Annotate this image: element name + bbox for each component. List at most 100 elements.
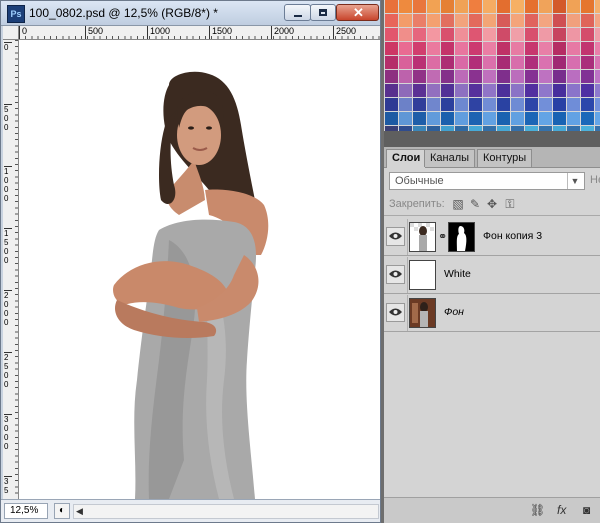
color-swatch[interactable] bbox=[441, 14, 454, 27]
color-swatch[interactable] bbox=[427, 28, 440, 41]
color-swatch[interactable] bbox=[511, 98, 524, 111]
color-swatch[interactable] bbox=[539, 56, 552, 69]
color-swatch[interactable] bbox=[595, 112, 600, 125]
color-swatch[interactable] bbox=[483, 70, 496, 83]
color-swatch[interactable] bbox=[581, 56, 594, 69]
color-swatch[interactable] bbox=[455, 14, 468, 27]
color-swatch[interactable] bbox=[511, 56, 524, 69]
color-swatch[interactable] bbox=[469, 112, 482, 125]
color-swatch[interactable] bbox=[441, 28, 454, 41]
color-swatch[interactable] bbox=[497, 112, 510, 125]
color-swatch[interactable] bbox=[497, 42, 510, 55]
color-swatch[interactable] bbox=[511, 28, 524, 41]
color-swatch[interactable] bbox=[553, 112, 566, 125]
color-swatch[interactable] bbox=[539, 42, 552, 55]
color-swatch[interactable] bbox=[413, 0, 426, 13]
color-swatch[interactable] bbox=[385, 14, 398, 27]
color-swatch[interactable] bbox=[511, 112, 524, 125]
color-swatch[interactable] bbox=[413, 98, 426, 111]
color-swatch[interactable] bbox=[483, 0, 496, 13]
color-swatch[interactable] bbox=[469, 28, 482, 41]
color-swatch[interactable] bbox=[595, 84, 600, 97]
vertical-ruler[interactable]: 0 500 1000 1500 2000 2500 3000 35 bbox=[3, 40, 19, 499]
layer-row[interactable]: Фон bbox=[384, 295, 600, 332]
color-swatch[interactable] bbox=[581, 70, 594, 83]
color-swatch[interactable] bbox=[539, 70, 552, 83]
color-swatch[interactable] bbox=[441, 0, 454, 13]
color-swatch[interactable] bbox=[567, 98, 580, 111]
scroll-left-icon[interactable]: ◀ bbox=[76, 505, 83, 518]
color-swatch[interactable] bbox=[413, 112, 426, 125]
color-swatch[interactable] bbox=[581, 98, 594, 111]
color-swatch[interactable] bbox=[595, 42, 600, 55]
color-swatch[interactable] bbox=[469, 70, 482, 83]
lock-move-icon[interactable]: ✥ bbox=[485, 197, 499, 211]
color-swatch[interactable] bbox=[567, 14, 580, 27]
color-swatch[interactable] bbox=[539, 98, 552, 111]
ruler-corner[interactable] bbox=[3, 26, 19, 40]
color-swatch[interactable] bbox=[497, 28, 510, 41]
color-swatch[interactable] bbox=[385, 42, 398, 55]
layer-mask-thumbnail[interactable] bbox=[448, 222, 475, 252]
color-swatch[interactable] bbox=[511, 0, 524, 13]
color-swatch[interactable] bbox=[399, 112, 412, 125]
layer-thumbnail[interactable] bbox=[409, 222, 436, 252]
color-swatch[interactable] bbox=[553, 14, 566, 27]
color-swatch[interactable] bbox=[497, 84, 510, 97]
document-titlebar[interactable]: Ps 100_0802.psd @ 12,5% (RGB/8*) * ✕ bbox=[1, 1, 380, 26]
color-swatch[interactable] bbox=[441, 42, 454, 55]
color-swatch[interactable] bbox=[539, 28, 552, 41]
color-swatch[interactable] bbox=[581, 28, 594, 41]
color-swatch[interactable] bbox=[567, 56, 580, 69]
color-swatch[interactable] bbox=[567, 0, 580, 13]
color-swatch[interactable] bbox=[441, 56, 454, 69]
color-swatch[interactable] bbox=[581, 112, 594, 125]
color-swatch[interactable] bbox=[483, 98, 496, 111]
visibility-eye-icon[interactable] bbox=[386, 265, 405, 284]
color-swatch[interactable] bbox=[595, 0, 600, 13]
color-swatch[interactable] bbox=[525, 112, 538, 125]
color-swatch[interactable] bbox=[511, 84, 524, 97]
color-swatch[interactable] bbox=[511, 70, 524, 83]
maximize-button[interactable] bbox=[310, 4, 336, 21]
color-swatch[interactable] bbox=[553, 28, 566, 41]
layer-thumbnail[interactable] bbox=[409, 260, 436, 290]
color-swatch[interactable] bbox=[511, 14, 524, 27]
color-swatch[interactable] bbox=[427, 70, 440, 83]
tab-channels[interactable]: Каналы bbox=[424, 149, 476, 167]
color-swatch[interactable] bbox=[413, 14, 426, 27]
link-icon[interactable]: ⛓ bbox=[530, 503, 545, 517]
chain-link-icon[interactable]: ⚭ bbox=[438, 230, 447, 243]
color-swatch[interactable] bbox=[581, 14, 594, 27]
color-swatch[interactable] bbox=[399, 0, 412, 13]
color-swatch[interactable] bbox=[427, 56, 440, 69]
color-swatch[interactable] bbox=[455, 0, 468, 13]
color-swatch[interactable] bbox=[595, 56, 600, 69]
color-swatch[interactable] bbox=[399, 28, 412, 41]
color-swatch[interactable] bbox=[385, 84, 398, 97]
blend-mode-select[interactable]: Обычные ▼ bbox=[389, 172, 585, 190]
color-swatch[interactable] bbox=[413, 42, 426, 55]
color-swatch[interactable] bbox=[567, 42, 580, 55]
lock-brush-icon[interactable]: ✎ bbox=[468, 197, 482, 211]
color-swatch[interactable] bbox=[427, 112, 440, 125]
color-swatch[interactable] bbox=[427, 98, 440, 111]
color-swatch[interactable] bbox=[539, 14, 552, 27]
color-swatch[interactable] bbox=[385, 70, 398, 83]
color-swatch[interactable] bbox=[441, 84, 454, 97]
color-swatch[interactable] bbox=[427, 0, 440, 13]
color-swatch[interactable] bbox=[455, 56, 468, 69]
color-swatch[interactable] bbox=[539, 112, 552, 125]
color-swatch[interactable] bbox=[385, 0, 398, 13]
color-swatch[interactable] bbox=[399, 84, 412, 97]
color-swatch[interactable] bbox=[567, 112, 580, 125]
color-swatch[interactable] bbox=[483, 112, 496, 125]
color-swatch[interactable] bbox=[385, 98, 398, 111]
color-swatch[interactable] bbox=[525, 14, 538, 27]
color-swatch[interactable] bbox=[483, 14, 496, 27]
color-swatch[interactable] bbox=[553, 56, 566, 69]
color-swatch[interactable] bbox=[385, 28, 398, 41]
color-swatch[interactable] bbox=[595, 14, 600, 27]
layer-row[interactable]: ⚭ Фон копия 3 bbox=[384, 219, 600, 256]
color-swatch[interactable] bbox=[525, 42, 538, 55]
